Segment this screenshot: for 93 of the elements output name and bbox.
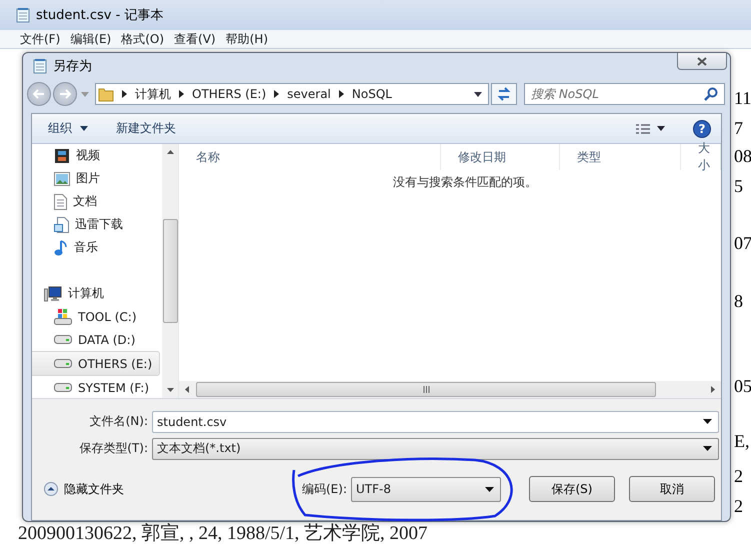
drive-icon <box>54 359 72 368</box>
horizontal-scrollbar[interactable] <box>179 381 721 398</box>
breadcrumb-item[interactable]: several <box>287 87 331 101</box>
refresh-button[interactable] <box>491 83 517 105</box>
chevron-right-icon[interactable] <box>122 90 127 98</box>
drive-icon <box>54 335 72 344</box>
chevron-right-icon[interactable] <box>179 90 184 98</box>
refresh-icon <box>496 87 512 101</box>
dropdown-arrow-icon <box>703 419 712 424</box>
film-icon <box>54 148 70 164</box>
menu-item[interactable]: 查看(V) <box>174 30 216 48</box>
close-button[interactable] <box>677 53 727 70</box>
close-icon <box>696 56 708 66</box>
search-icon <box>704 87 718 101</box>
navigation-item[interactable]: 视频 <box>32 144 162 167</box>
filename-field[interactable]: student.csv <box>152 410 719 432</box>
forward-button[interactable] <box>53 82 77 106</box>
new-folder-button[interactable]: 新建文件夹 <box>110 117 182 140</box>
chevron-right-icon[interactable] <box>274 90 280 98</box>
scroll-up-arrow-icon[interactable] <box>166 150 174 154</box>
document-text: 5 <box>734 175 743 197</box>
navigation-item[interactable]: 计算机 <box>32 282 162 305</box>
breadcrumb-item[interactable]: NoSQL <box>352 87 392 101</box>
dropdown-arrow-icon <box>485 486 494 492</box>
folder-icon <box>98 86 114 102</box>
document-text: 05 <box>734 375 751 397</box>
navigation-item[interactable]: 音乐 <box>32 236 162 259</box>
scrollbar-thumb[interactable] <box>196 382 656 397</box>
dialog-button[interactable]: 取消 <box>629 476 715 502</box>
column-header[interactable]: 类型 <box>560 144 681 170</box>
picture-icon <box>54 172 70 186</box>
column-header[interactable]: 大小 <box>681 144 721 170</box>
document-text: 2 <box>734 495 743 517</box>
dropdown-arrow-icon <box>80 126 88 132</box>
document-icon <box>54 216 69 232</box>
navigation-item[interactable]: 迅雷下载 <box>32 213 162 236</box>
breadcrumb-item[interactable]: 计算机 <box>135 86 171 102</box>
menu-item[interactable]: 帮助(H) <box>226 30 268 48</box>
chevron-up-icon <box>44 482 58 496</box>
menu-item[interactable]: 文件(F) <box>20 30 60 48</box>
arrow-left-icon <box>33 89 45 99</box>
column-header[interactable]: 名称 <box>179 144 441 170</box>
breadcrumb-item[interactable]: OTHERS (E:) <box>192 87 266 101</box>
navigation-item[interactable]: 文档 <box>32 190 162 213</box>
chevron-right-icon[interactable] <box>338 90 344 98</box>
field-label: 保存类型(T): <box>78 440 149 457</box>
scroll-down-arrow-icon[interactable] <box>166 388 174 392</box>
drive-icon <box>54 383 72 392</box>
dropdown-arrow-icon[interactable] <box>657 126 665 131</box>
field-label: 文件名(N): <box>88 413 149 430</box>
empty-message: 没有与搜索条件匹配的项。 <box>393 174 537 191</box>
arrow-right-icon <box>59 89 71 99</box>
window-title: student.csv - 记事本 <box>36 7 164 24</box>
back-button[interactable] <box>27 82 51 106</box>
navigation-item[interactable]: DATA (D:) <box>32 328 162 351</box>
help-button[interactable]: ? <box>693 120 711 138</box>
document-icon <box>54 194 67 210</box>
dialog-title: 另存为 <box>53 58 92 75</box>
search-field[interactable]: 搜索 NoSQL <box>524 83 725 105</box>
organize-button[interactable]: 组织 <box>42 117 94 140</box>
navigation-item[interactable]: OTHERS (E:) <box>32 351 160 376</box>
document-text: E, <box>734 430 750 452</box>
vertical-scrollbar[interactable] <box>162 144 178 398</box>
scroll-right-arrow-icon[interactable] <box>711 386 715 393</box>
document-text: 8 <box>734 290 743 312</box>
scrollbar-thumb[interactable] <box>162 219 178 323</box>
grip-icon <box>422 386 430 393</box>
document-text: 11 <box>734 87 751 109</box>
address-bar[interactable]: 计算机 OTHERS (E:) several NoSQL <box>95 83 489 105</box>
navigation-item[interactable]: SYSTEM (F:) <box>32 376 162 398</box>
dropdown-arrow-icon[interactable] <box>474 92 482 96</box>
drive-icon <box>54 308 72 324</box>
navigation-item[interactable]: TOOL (C:) <box>32 305 162 328</box>
document-text: 2 <box>734 465 743 487</box>
column-header[interactable]: 修改日期 <box>441 144 560 170</box>
computer-icon <box>44 286 62 302</box>
menu-item[interactable]: 格式(O) <box>121 30 164 48</box>
notepad-icon <box>16 7 30 23</box>
view-options-icon[interactable] <box>635 122 651 134</box>
scroll-left-arrow-icon[interactable] <box>185 386 189 393</box>
file-type-dropdown[interactable]: 文本文档(*.txt) <box>152 438 719 460</box>
encoding-dropdown[interactable]: UTF-8 <box>351 476 501 502</box>
document-text: 7 <box>734 117 743 139</box>
document-text: 200900130622, 郭宣, , 24, 1988/5/1, 艺术学院, 2007 <box>18 523 428 545</box>
notepad-icon <box>33 58 47 74</box>
menu-item[interactable]: 编辑(E) <box>70 30 112 48</box>
music-note-icon <box>54 240 68 256</box>
dropdown-arrow-icon <box>703 446 712 451</box>
dialog-button[interactable]: 保存(S) <box>529 476 615 502</box>
navigation-item[interactable]: 图片 <box>32 167 162 190</box>
document-text: 08 <box>734 145 751 167</box>
hide-folders-button[interactable]: 隐藏文件夹 <box>42 478 126 500</box>
field-label: 编码(E): <box>302 480 347 498</box>
